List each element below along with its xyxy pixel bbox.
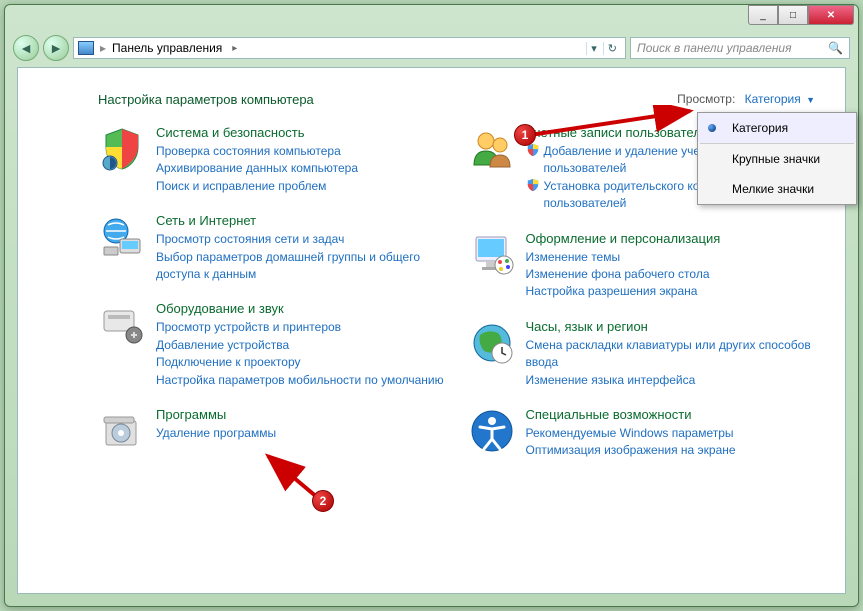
category-appearance: Оформление и персонализация Изменение те… (468, 231, 818, 301)
category-link[interactable]: Изменение темы (526, 249, 721, 266)
category-title[interactable]: Программы (156, 407, 276, 422)
system-security-icon (98, 125, 146, 173)
category-title[interactable]: Часы, язык и регион (526, 319, 818, 334)
category-link[interactable]: Подключение к проектору (156, 354, 444, 371)
dropdown-item-small-icons[interactable]: Мелкие значки (698, 174, 856, 204)
category-link[interactable]: Изменение языка интерфейса (526, 372, 818, 389)
category-link[interactable]: Настройка параметров мобильности по умол… (156, 372, 444, 389)
category-link[interactable]: Смена раскладки клавиатуры или других сп… (526, 337, 818, 372)
category-link[interactable]: Выбор параметров домашней группы и общег… (156, 249, 448, 284)
view-dropdown-button[interactable]: Категория ▼ (745, 92, 815, 106)
category-title[interactable]: Сеть и Интернет (156, 213, 448, 228)
left-column: Система и безопасность Проверка состояни… (98, 125, 448, 478)
category-link[interactable]: Настройка разрешения экрана (526, 283, 721, 300)
breadcrumb-separator: ▸ (100, 41, 106, 55)
network-icon (98, 213, 146, 261)
view-dropdown-menu: Категория Крупные значки Мелкие значки (697, 112, 857, 205)
control-panel-icon (78, 41, 94, 55)
category-network: Сеть и Интернет Просмотр состояния сети … (98, 213, 448, 283)
forward-button[interactable]: ► (43, 35, 69, 61)
category-title[interactable]: Система и безопасность (156, 125, 358, 140)
category-link[interactable]: Оптимизация изображения на экране (526, 442, 736, 459)
category-title[interactable]: Оформление и персонализация (526, 231, 721, 246)
category-link[interactable]: Поиск и исправление проблем (156, 178, 358, 195)
uac-shield-icon (526, 143, 540, 157)
maximize-button[interactable]: □ (778, 5, 808, 25)
category-programs: Программы Удаление программы (98, 407, 448, 455)
category-link[interactable]: Проверка состояния компьютера (156, 143, 358, 160)
uac-shield-icon (526, 178, 540, 192)
hardware-sound-icon (98, 301, 146, 349)
category-link[interactable]: Рекомендуемые Windows параметры (526, 425, 736, 442)
programs-icon (98, 407, 146, 455)
clock-region-icon (468, 319, 516, 367)
back-button[interactable]: ◄ (13, 35, 39, 61)
view-label: Просмотр: (677, 92, 735, 106)
category-link[interactable]: Добавление устройства (156, 337, 444, 354)
breadcrumb-chevron[interactable]: ▸ (232, 43, 237, 54)
refresh-button[interactable]: ↻ (603, 42, 621, 55)
category-system-security: Система и безопасность Проверка состояни… (98, 125, 448, 195)
category-link[interactable]: Просмотр состояния сети и задач (156, 231, 448, 248)
breadcrumb-item[interactable]: Панель управления (112, 41, 222, 55)
user-accounts-icon (468, 125, 516, 173)
view-selector: Просмотр: Категория ▼ (677, 92, 815, 106)
close-button[interactable]: ✕ (808, 5, 854, 25)
search-placeholder: Поиск в панели управления (637, 41, 792, 55)
minimize-button[interactable]: _ (748, 5, 778, 25)
category-title[interactable]: Специальные возможности (526, 407, 736, 422)
category-accessibility: Специальные возможности Рекомендуемые Wi… (468, 407, 818, 460)
navigation-bar: ◄ ► ▸ Панель управления ▸ ▾ ↻ Поиск в па… (5, 33, 858, 63)
address-bar[interactable]: ▸ Панель управления ▸ ▾ ↻ (73, 37, 626, 59)
category-link[interactable]: Просмотр устройств и принтеров (156, 319, 444, 336)
appearance-icon (468, 231, 516, 279)
search-input[interactable]: Поиск в панели управления 🔍 (630, 37, 850, 59)
category-clock-region: Часы, язык и регион Смена раскладки клав… (468, 319, 818, 389)
search-icon[interactable]: 🔍 (828, 41, 843, 55)
titlebar: _ □ ✕ (5, 5, 858, 33)
dropdown-item-category[interactable]: Категория (698, 113, 856, 143)
dropdown-item-large-icons[interactable]: Крупные значки (698, 144, 856, 174)
category-title[interactable]: Оборудование и звук (156, 301, 444, 316)
category-link[interactable]: Архивирование данных компьютера (156, 160, 358, 177)
accessibility-icon (468, 407, 516, 455)
category-link[interactable]: Изменение фона рабочего стола (526, 266, 721, 283)
category-link-uninstall[interactable]: Удаление программы (156, 425, 276, 442)
window-frame: _ □ ✕ ◄ ► ▸ Панель управления ▸ ▾ ↻ Поис… (4, 4, 859, 607)
address-dropdown-button[interactable]: ▾ (586, 42, 601, 55)
category-hardware-sound: Оборудование и звук Просмотр устройств и… (98, 301, 448, 389)
